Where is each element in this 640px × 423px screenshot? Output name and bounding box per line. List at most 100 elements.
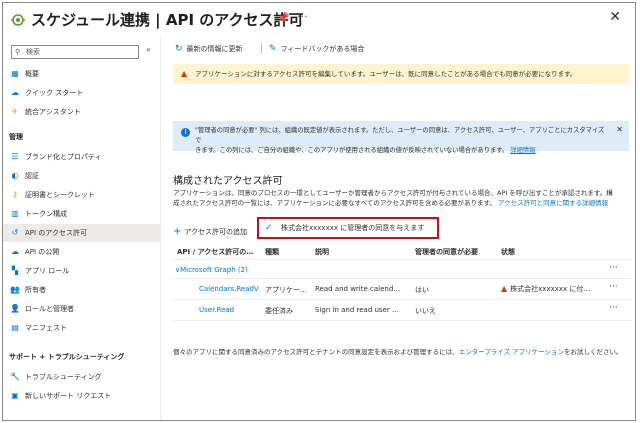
- info-banner: i "管理者の同意が必要" 列には、組織の既定値が表示されます。ただし、ユーザー…: [173, 121, 629, 154]
- checkmark-icon: ✓: [265, 223, 273, 233]
- sidebar-item-troubleshooting[interactable]: 🔧 トラブルシューティング: [3, 368, 160, 386]
- search-input[interactable]: ⚲ 検索: [11, 45, 139, 59]
- enterprise-apps-note: 個々のアプリに関する同意済みのアクセス許可とテナントの同意設定を表示および管理す…: [173, 346, 623, 356]
- more-options-icon[interactable]: ···: [297, 10, 308, 23]
- main-content: ↻ 最新の情報に更新 ✎ フィードバックがある場合 ▲ アプリケーションに対するアク…: [163, 37, 635, 420]
- configured-permissions-heading: 構成されたアクセス許可: [173, 176, 283, 187]
- column-header-description[interactable]: 説明: [315, 247, 329, 257]
- admin-consent-required: いいえ: [415, 307, 436, 315]
- learn-more-link[interactable]: 詳細情報: [510, 147, 535, 154]
- sidebar-item-roles-admins[interactable]: 👤 ロールと管理者: [3, 300, 160, 318]
- command-bar: ↻ 最新の情報に更新 ✎ フィードバックがある場合: [163, 37, 635, 59]
- status-text: 株式会社xxxxxxx に付…: [510, 285, 591, 293]
- sidebar-item-label: 概要: [25, 70, 39, 78]
- info-text: きます。この列には、ご自分の組織や、このアプリが使用される組織の値が反映されてい…: [195, 147, 509, 154]
- info-icon: i: [181, 128, 190, 137]
- command-separator: [261, 43, 262, 54]
- manifest-icon: ▤: [11, 323, 19, 332]
- pin-icon[interactable]: 📌: [277, 13, 289, 24]
- permission-link[interactable]: User.Read: [199, 306, 261, 314]
- sidebar-item-label: 所有者: [25, 286, 46, 294]
- column-header-admin-consent[interactable]: 管理者の同意が必要: [415, 247, 478, 257]
- support-icon: ▣: [11, 391, 19, 400]
- sidebar-item-label: ロールと管理者: [25, 305, 74, 313]
- description-line2: 成されたアクセス許可の一覧には、アプリケーションに必要なすべてのアクセス許可を含…: [173, 198, 631, 208]
- feedback-label: フィードバックがある場合: [280, 45, 365, 53]
- sidebar: ⚲ 検索 « ▦ 概要 ☁ クイック スタート ✈ 統合アシスタント 管理 ☰ …: [3, 37, 161, 420]
- sidebar-item-label: API のアクセス許可: [25, 229, 87, 237]
- permission-description: Sign in and read user …: [315, 306, 399, 314]
- permissions-description: アプリケーションは、同意のプロセスの一環としてユーザーか管理者からアクセス許可が…: [173, 188, 631, 208]
- add-permission-button[interactable]: + アクセス許可の追加: [173, 226, 247, 237]
- sidebar-item-authentication[interactable]: ◐ 認証: [3, 167, 160, 185]
- sidebar-item-integration-assistant[interactable]: ✈ 統合アシスタント: [3, 103, 160, 121]
- blade-header: スケジュール連携 | API のアクセス許可 📌 ··· ✕: [3, 3, 635, 37]
- info-text-line2: きます。この列には、ご自分の組織や、このアプリが使用される組織の値が反映されてい…: [195, 146, 607, 156]
- manage-section-heading: 管理: [9, 133, 23, 141]
- cloud-api-icon: ☁: [11, 247, 19, 256]
- group-toggle[interactable]: ∨Microsoft Graph (2): [175, 266, 248, 274]
- enterprise-applications-link[interactable]: エンタープライズ アプリケーション: [459, 348, 564, 356]
- grant-admin-consent-label: 株式会社xxxxxxx に管理者の同意を与えます: [281, 224, 425, 232]
- collapse-sidebar-icon[interactable]: «: [146, 45, 151, 54]
- grant-admin-consent-button[interactable]: ✓ 株式会社xxxxxxx に管理者の同意を与えます: [257, 217, 439, 239]
- consent-details-link[interactable]: アクセス許可と同意に関する詳細情報: [498, 199, 608, 207]
- close-icon[interactable]: ✕: [616, 125, 623, 135]
- app-registration-icon: [11, 14, 25, 26]
- sidebar-item-api-permissions[interactable]: ↺ API のアクセス許可: [3, 224, 160, 242]
- column-header-type[interactable]: 種類: [265, 247, 279, 257]
- note-text: 個々のアプリに関する同意済みのアクセス許可とテナントの同意設定を表示および管理す…: [173, 348, 459, 356]
- api-icon: ↺: [11, 228, 19, 237]
- grid-icon: ▦: [11, 69, 19, 78]
- sidebar-item-label: API の公開: [25, 248, 60, 256]
- row-more-icon[interactable]: ···: [609, 303, 618, 313]
- permission-type: 委任済み: [265, 307, 293, 315]
- sidebar-item-label: 認証: [25, 172, 39, 180]
- cloud-icon: ☁: [11, 88, 19, 97]
- row-divider: [173, 320, 631, 321]
- group-more-icon[interactable]: ···: [609, 263, 618, 273]
- sidebar-item-manifest[interactable]: ▤ マニフェスト: [3, 319, 160, 337]
- sidebar-item-certificates[interactable]: ⚷ 証明書とシークレット: [3, 186, 160, 204]
- sidebar-item-label: 新しいサポート リクエスト: [25, 392, 112, 400]
- add-permission-label: アクセス許可の追加: [184, 228, 248, 236]
- info-text-line1: "管理者の同意が必要" 列には、組織の既定値が表示されます。ただし、ユーザーの同…: [195, 127, 605, 144]
- sidebar-item-branding[interactable]: ☰ ブランド化とプロパティ: [3, 148, 160, 166]
- portal-window: スケジュール連携 | API のアクセス許可 📌 ··· ✕ ⚲ 検索 « ▦ …: [2, 2, 636, 421]
- feedback-icon: ✎: [269, 44, 277, 54]
- page-title: スケジュール連携 | API のアクセス許可: [31, 11, 304, 29]
- sidebar-item-app-roles[interactable]: ▚ アプリ ロール: [3, 262, 160, 280]
- row-more-icon[interactable]: ···: [609, 282, 618, 292]
- key-icon: ⚷: [12, 190, 18, 199]
- feedback-button[interactable]: ✎ フィードバックがある場合: [269, 44, 364, 54]
- warning-banner: ▲ アプリケーションに対するアクセス許可を編集しています。ユーザーは、既に同意し…: [173, 64, 629, 84]
- sidebar-item-token-config[interactable]: ▥ トークン構成: [3, 205, 160, 223]
- sidebar-item-quickstart[interactable]: ☁ クイック スタート: [3, 84, 160, 102]
- sidebar-item-label: 証明書とシークレット: [25, 191, 95, 199]
- group-label: Microsoft Graph (2): [180, 266, 248, 274]
- permission-type: アプリケー…: [265, 286, 307, 294]
- row-divider: [173, 278, 631, 279]
- brand-icon: ☰: [11, 152, 19, 161]
- token-icon: ▥: [11, 209, 19, 218]
- description-line1: アプリケーションは、同意のプロセスの一環としてユーザーか管理者からアクセス許可が…: [173, 189, 613, 197]
- column-header-api[interactable]: API / アクセス許可の…: [177, 247, 253, 257]
- sidebar-item-expose-api[interactable]: ☁ API の公開: [3, 243, 160, 261]
- close-icon[interactable]: ✕: [609, 9, 621, 25]
- column-header-status[interactable]: 状態: [501, 247, 515, 257]
- admin-consent-required: はい: [415, 286, 429, 294]
- permission-link[interactable]: Calendars.ReadV: [199, 285, 261, 293]
- sidebar-item-label: トークン構成: [25, 210, 67, 218]
- role-admin-icon: 👤: [10, 304, 20, 313]
- sidebar-item-overview[interactable]: ▦ 概要: [3, 65, 160, 83]
- sidebar-item-label: トラブルシューティング: [25, 373, 102, 381]
- sidebar-item-label: マニフェスト: [25, 324, 67, 332]
- sidebar-item-label: アプリ ロール: [25, 267, 70, 275]
- app-role-icon: ▚: [11, 266, 19, 275]
- sidebar-item-new-support-request[interactable]: ▣ 新しいサポート リクエスト: [3, 387, 160, 405]
- warning-text: アプリケーションに対するアクセス許可を編集しています。ユーザーは、既に同意したこ…: [195, 70, 577, 78]
- sidebar-item-owners[interactable]: 👥 所有者: [3, 281, 160, 299]
- support-section-heading: サポート + トラブルシューティング: [9, 353, 125, 361]
- refresh-button[interactable]: ↻ 最新の情報に更新: [175, 44, 243, 54]
- search-placeholder: 検索: [26, 48, 40, 56]
